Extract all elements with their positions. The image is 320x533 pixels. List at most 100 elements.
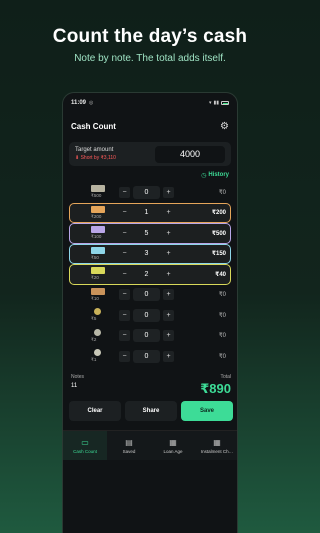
banknote-icon: [91, 246, 105, 254]
denomination-id: ₹10: [73, 287, 119, 302]
app-title: Cash Count: [71, 121, 116, 131]
decrement-button[interactable]: −: [119, 269, 130, 280]
row-total: ₹0: [218, 312, 226, 319]
history-link[interactable]: ◷ History: [63, 169, 237, 181]
denomination-id: ₹50: [73, 246, 119, 261]
denomination-row: ₹500 −0 + ₹0: [69, 182, 231, 203]
count-stepper: −0 +: [119, 308, 174, 322]
increment-button[interactable]: +: [163, 330, 174, 342]
banknote-icon: [91, 185, 105, 193]
denomination-row: ₹50 −3 + ₹150: [69, 243, 231, 264]
increment-button[interactable]: +: [163, 228, 174, 239]
increment-button[interactable]: +: [163, 350, 174, 362]
count-input[interactable]: 2: [133, 268, 160, 281]
down-arrow-icon: ⬇: [75, 155, 80, 161]
denomination-id: ₹1: [73, 349, 119, 363]
action-buttons: Clear Share Save: [69, 401, 233, 421]
notes-count: 11: [71, 383, 78, 389]
count-input[interactable]: 1: [133, 206, 160, 219]
count-stepper: −0 +: [119, 329, 174, 343]
decrement-button[interactable]: −: [119, 350, 130, 362]
denomination-row: ₹2 −0 + ₹0: [69, 326, 231, 347]
count-stepper: −3 +: [119, 247, 174, 260]
increment-button[interactable]: +: [163, 248, 174, 259]
cash-icon: ▭: [81, 437, 89, 447]
denomination-label: ₹500: [91, 193, 102, 199]
count-input[interactable]: 0: [133, 329, 160, 343]
increment-button[interactable]: +: [163, 269, 174, 280]
gear-icon[interactable]: ⚙: [220, 121, 229, 132]
nav-item[interactable]: ▦ Loan Age: [151, 431, 195, 460]
row-total: ₹0: [218, 189, 226, 196]
coin-icon: [94, 328, 101, 336]
count-stepper: −1 +: [119, 206, 174, 219]
count-input[interactable]: 0: [133, 308, 160, 322]
denomination-label: ₹2: [91, 336, 97, 342]
target-short-text: ⬇ Short by ₹3,110: [75, 155, 116, 161]
count-input[interactable]: 0: [133, 185, 160, 199]
increment-button[interactable]: +: [163, 207, 174, 218]
wifi-icon: ▾: [208, 100, 212, 106]
denomination-label: ₹1: [91, 357, 97, 363]
count-input[interactable]: 0: [133, 349, 160, 363]
denomination-id: ₹5: [73, 308, 119, 322]
nav-label: Saved: [122, 448, 136, 454]
phone-frame: 11:09 ◎ ▾ ▮▮ Cash Count ⚙ Target amount …: [62, 92, 238, 533]
denomination-id: ₹500: [73, 185, 119, 199]
bottom-nav: ▭ Cash Count ▤ Saved ▦ Loan Age ▦ Instalment Ch…: [63, 430, 237, 460]
coin-icon: [94, 308, 101, 316]
denomination-row: ₹1 −0 + ₹0: [69, 346, 231, 367]
denomination-label: ₹5: [91, 316, 97, 322]
status-time: 11:09: [71, 100, 87, 106]
decrement-button[interactable]: −: [119, 186, 130, 198]
nav-label: Cash Count: [73, 448, 97, 454]
summary-bar: Notes 11 Total ₹890: [63, 374, 237, 400]
share-button[interactable]: Share: [125, 401, 177, 421]
denomination-label: ₹200: [91, 213, 102, 219]
count-input[interactable]: 5: [133, 227, 160, 240]
target-card: Target amount ⬇ Short by ₹3,110: [69, 142, 231, 166]
notes-label: Notes: [71, 374, 85, 380]
row-total: ₹150: [211, 251, 226, 258]
denomination-id: ₹20: [73, 267, 119, 281]
clear-button[interactable]: Clear: [69, 401, 121, 421]
decrement-button[interactable]: −: [119, 228, 130, 239]
increment-button[interactable]: +: [163, 309, 174, 321]
nav-item[interactable]: ▭ Cash Count: [63, 431, 107, 460]
row-total: ₹0: [218, 292, 226, 299]
nav-item[interactable]: ▦ Instalment Ch…: [195, 431, 237, 460]
signal-icon: ▮▮: [213, 100, 219, 106]
denomination-id: ₹2: [73, 328, 119, 343]
decrement-button[interactable]: −: [119, 309, 130, 321]
denomination-id: ₹100: [73, 226, 119, 240]
total-label: Total: [220, 374, 231, 380]
decrement-button[interactable]: −: [119, 248, 130, 259]
count-input[interactable]: 0: [133, 288, 160, 302]
decrement-button[interactable]: −: [119, 207, 130, 218]
grid-icon: ▦: [213, 437, 221, 447]
denomination-row: ₹10 −0 + ₹0: [69, 285, 231, 306]
count-input[interactable]: 3: [133, 247, 160, 260]
denomination-label: ₹20: [91, 275, 99, 281]
status-bar: 11:09 ◎ ▾ ▮▮: [63, 93, 237, 113]
total-amount: ₹890: [200, 381, 231, 396]
decrement-button[interactable]: −: [119, 330, 130, 342]
saved-icon: ▤: [125, 437, 133, 447]
target-amount-input[interactable]: [155, 145, 225, 163]
save-button[interactable]: Save: [181, 401, 233, 421]
denomination-row: ₹200 −1 + ₹200: [69, 202, 231, 223]
nav-item[interactable]: ▤ Saved: [107, 431, 151, 460]
banknote-icon: [91, 287, 105, 295]
banknote-icon: [91, 205, 105, 213]
row-total: ₹40: [215, 271, 226, 278]
count-stepper: −0 +: [119, 349, 174, 363]
target-label: Target amount: [75, 147, 114, 153]
count-stepper: −5 +: [119, 227, 174, 240]
decrement-button[interactable]: −: [119, 289, 130, 301]
denomination-row: ₹5 −0 + ₹0: [69, 305, 231, 326]
increment-button[interactable]: +: [163, 186, 174, 198]
increment-button[interactable]: +: [163, 289, 174, 301]
denomination-id: ₹200: [73, 205, 119, 220]
history-icon: ◷: [201, 172, 207, 179]
denomination-label: ₹10: [91, 295, 99, 301]
